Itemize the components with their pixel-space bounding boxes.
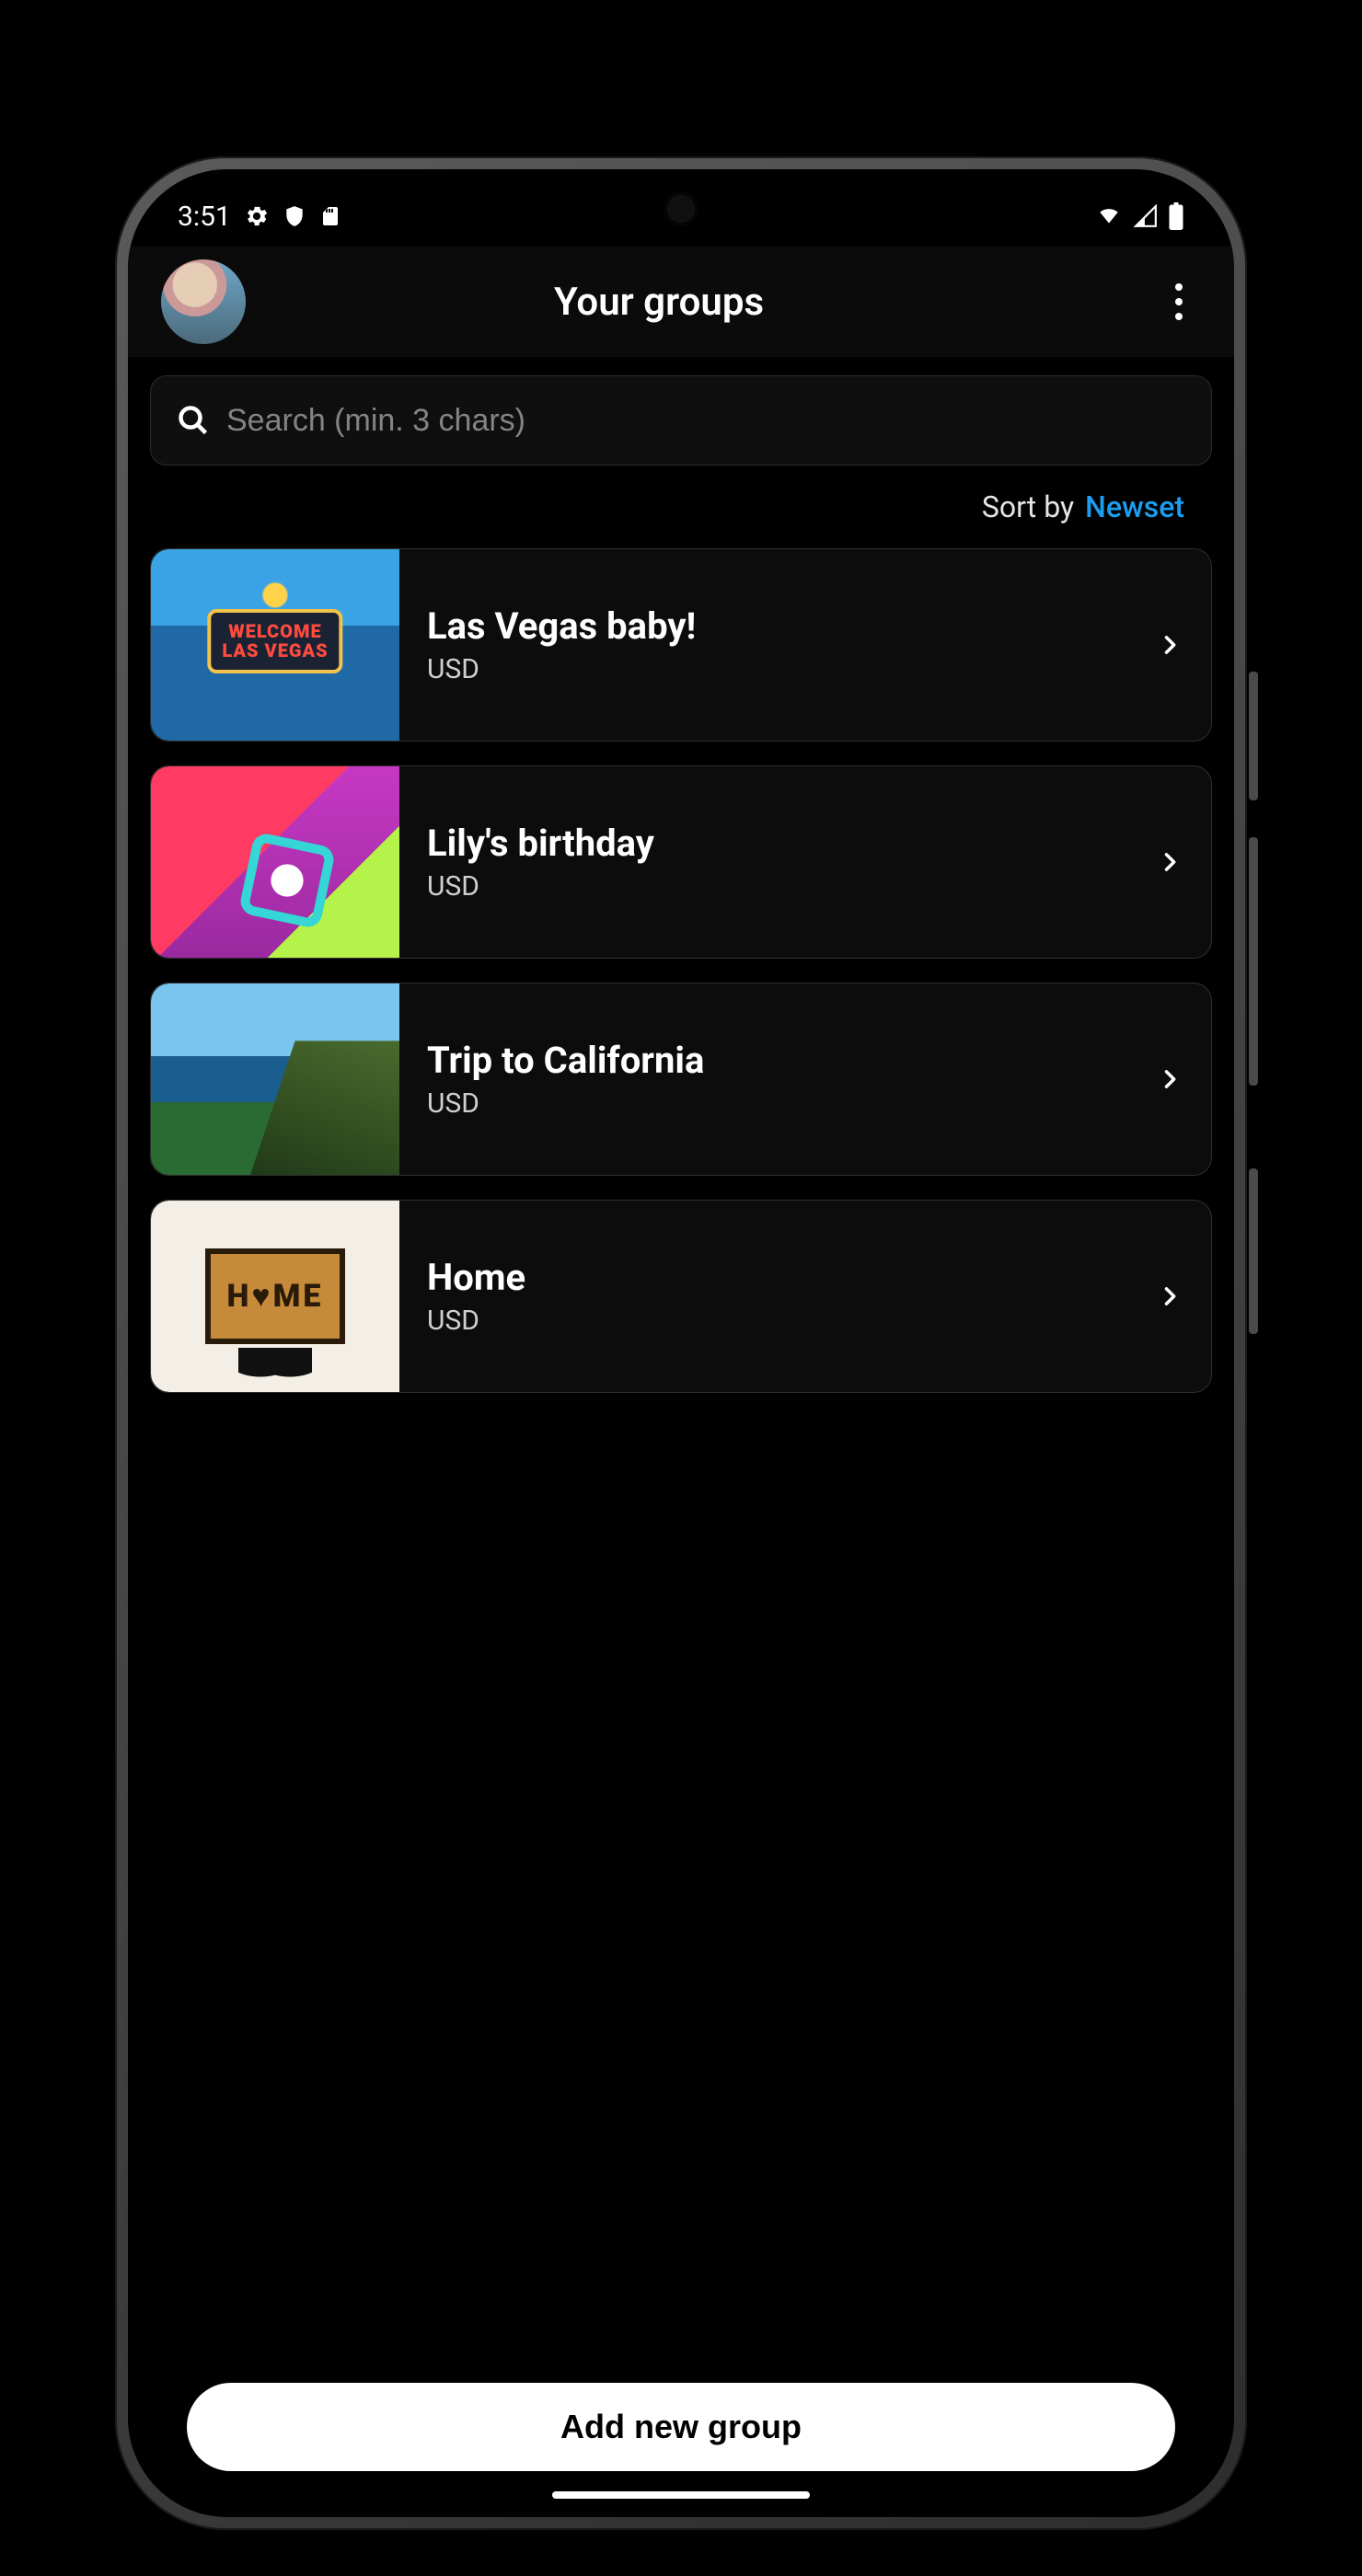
battery-icon — [1168, 202, 1184, 230]
wifi-icon — [1094, 204, 1124, 228]
sort-label: Sort by — [982, 489, 1074, 524]
sort-row: Sort by Newset — [150, 466, 1212, 548]
group-name: Las Vegas baby! — [427, 604, 1128, 648]
group-thumbnail — [151, 549, 399, 741]
group-card[interactable]: Las Vegas baby! USD — [150, 548, 1212, 742]
group-currency: USD — [427, 653, 1128, 685]
chevron-right-icon — [1128, 766, 1211, 958]
gesture-bar — [552, 2491, 810, 2499]
group-currency: USD — [427, 870, 1128, 903]
search-input[interactable] — [226, 403, 1185, 439]
chevron-right-icon — [1128, 983, 1211, 1175]
shield-icon — [283, 204, 306, 228]
group-thumbnail — [151, 983, 399, 1175]
group-thumbnail — [151, 766, 399, 958]
group-list: Las Vegas baby!USDLily's birthdayUSDTrip… — [150, 548, 1212, 1393]
group-name: Lily's birthday — [427, 822, 1128, 865]
sd-card-icon — [319, 203, 341, 229]
group-name: Trip to California — [427, 1039, 1128, 1082]
app-header: Your groups — [128, 247, 1234, 357]
sort-value[interactable]: Newset — [1085, 489, 1184, 524]
chevron-right-icon — [1128, 549, 1211, 741]
group-thumbnail — [151, 1201, 399, 1392]
status-time: 3:51 — [178, 201, 231, 233]
chevron-right-icon — [1128, 1201, 1211, 1392]
group-currency: USD — [427, 1305, 1128, 1337]
add-new-group-button[interactable]: Add new group — [187, 2383, 1175, 2471]
page-title: Your groups — [179, 280, 1138, 325]
group-card[interactable]: Lily's birthday USD — [150, 765, 1212, 959]
settings-gear-icon — [244, 203, 270, 229]
more-menu-icon[interactable] — [1157, 280, 1201, 324]
front-camera — [664, 191, 698, 226]
group-name: Home — [427, 1256, 1128, 1299]
search-field[interactable] — [150, 375, 1212, 466]
group-card[interactable]: Home USD — [150, 1200, 1212, 1393]
group-currency: USD — [427, 1087, 1128, 1120]
cell-signal-icon — [1133, 204, 1159, 228]
group-card[interactable]: Trip to California USD — [150, 983, 1212, 1176]
search-icon — [177, 404, 210, 437]
